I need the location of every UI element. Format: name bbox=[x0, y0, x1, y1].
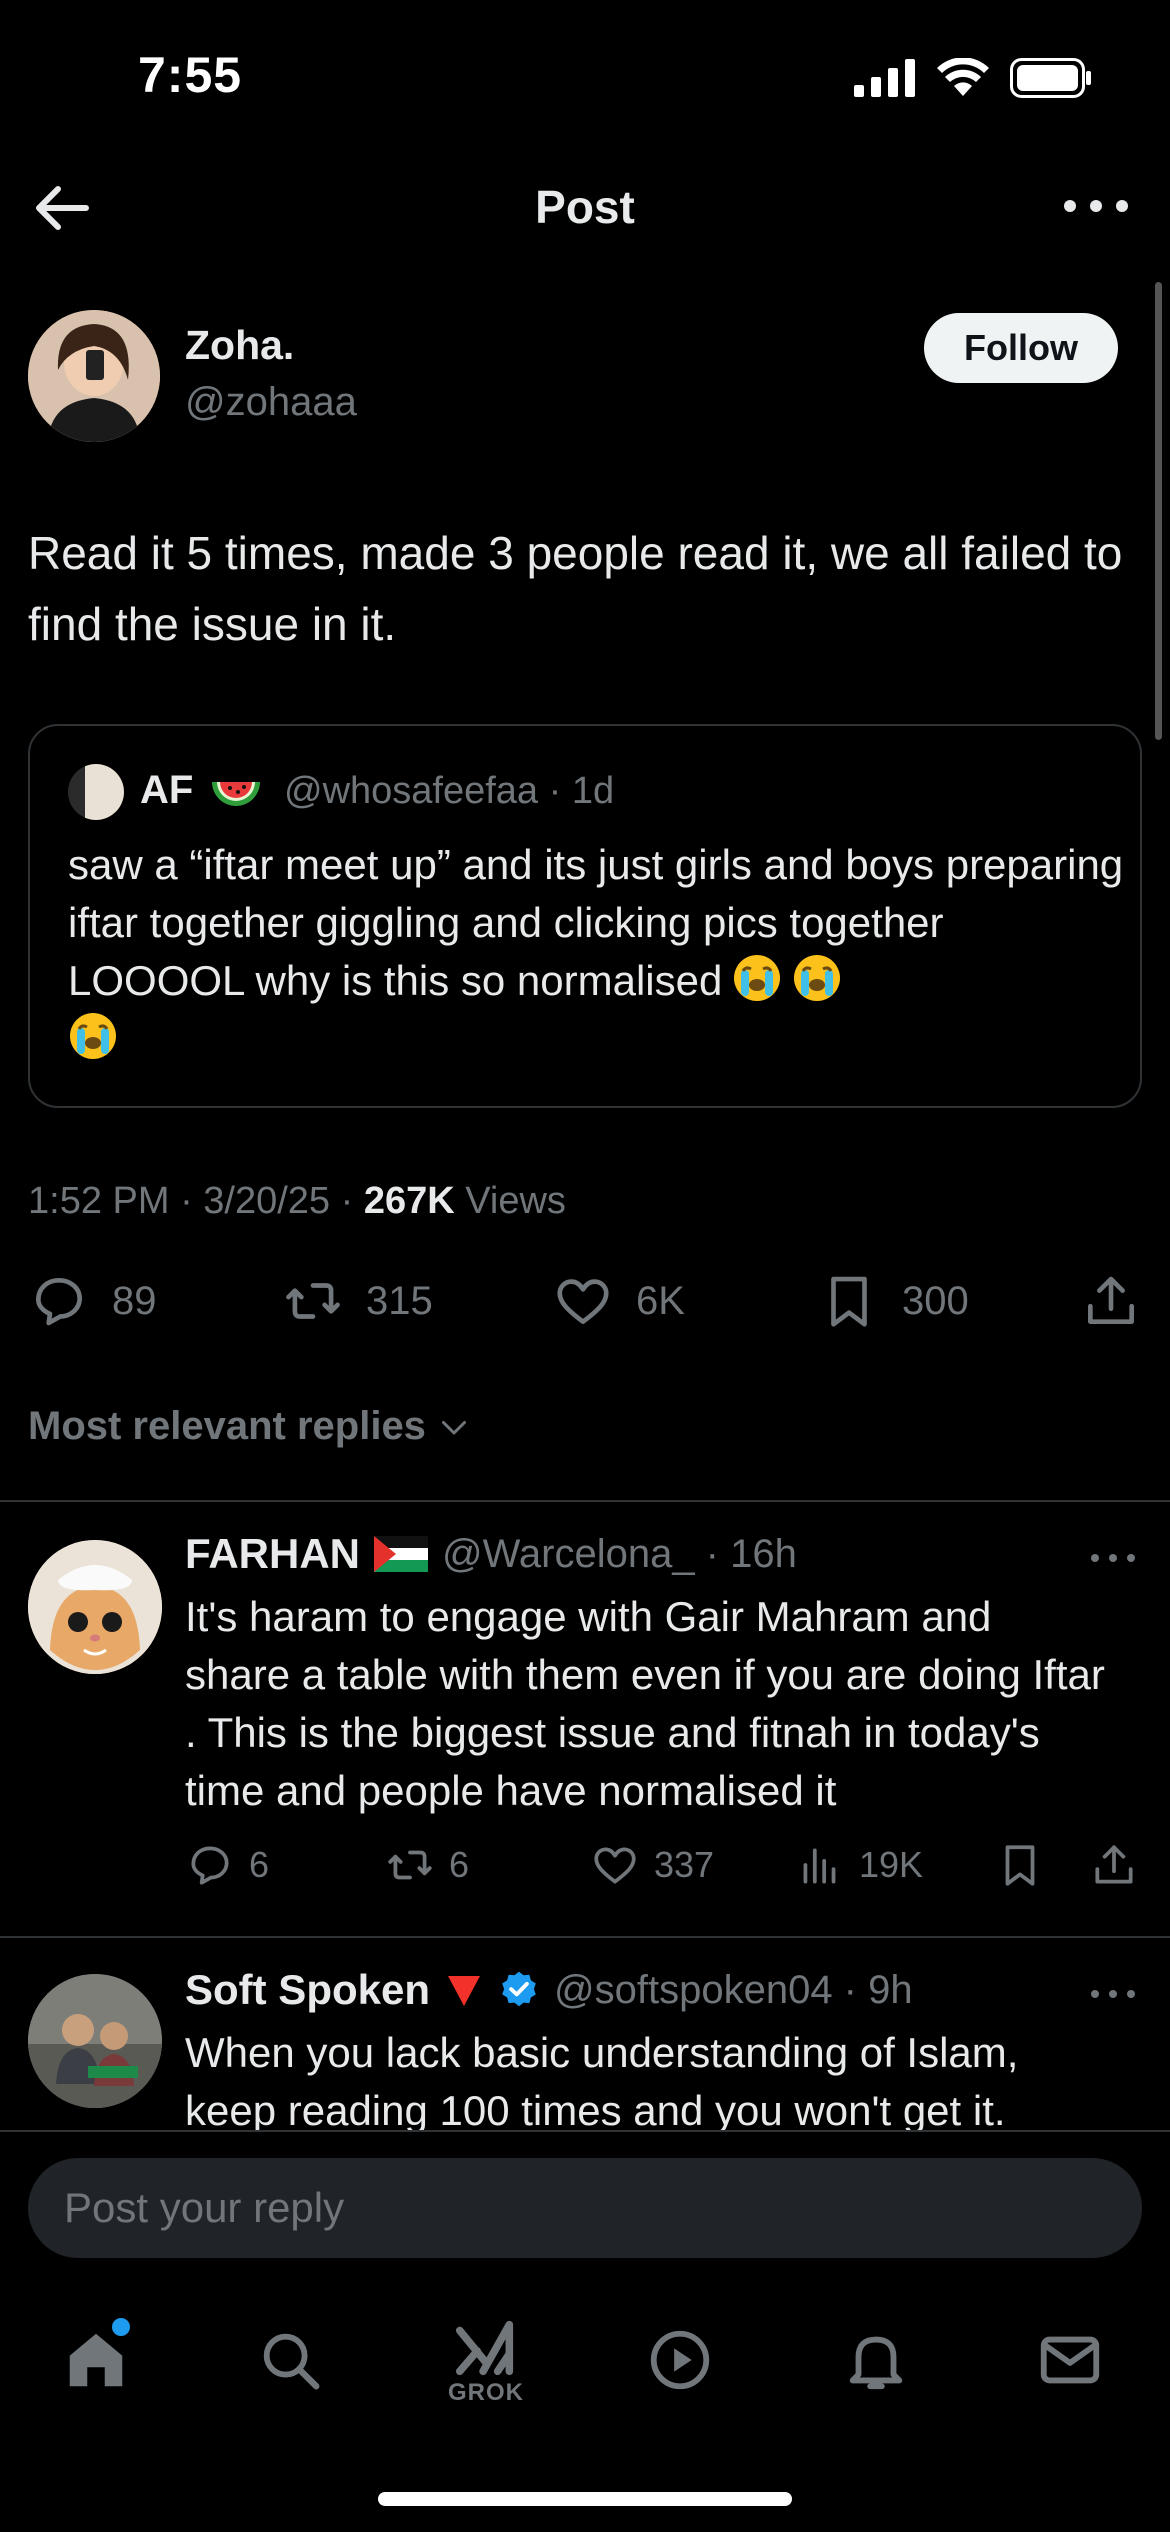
bookmark-count: 300 bbox=[902, 1278, 969, 1323]
divider bbox=[0, 1936, 1170, 1938]
author-name[interactable]: Zoha. bbox=[185, 322, 294, 369]
reply-more-icon[interactable] bbox=[1088, 1548, 1138, 1568]
watermelon-emoji-icon bbox=[212, 782, 260, 806]
author-avatar[interactable] bbox=[28, 310, 160, 442]
status-icons bbox=[854, 58, 1092, 98]
bookmark-action[interactable]: 300 bbox=[818, 1270, 969, 1332]
quoted-text: saw a “iftar meet up” and its just girls… bbox=[68, 836, 1128, 1068]
follow-button[interactable]: Follow bbox=[924, 313, 1118, 383]
reply-author-name: Soft Spoken bbox=[185, 1966, 431, 2013]
more-options-icon[interactable] bbox=[1060, 192, 1132, 220]
reply-composer bbox=[0, 2130, 1170, 2260]
bell-icon bbox=[849, 2336, 903, 2390]
like-count: 337 bbox=[654, 1844, 715, 1885]
share-icon bbox=[1095, 1845, 1133, 1884]
reply-author-name: FARHAN bbox=[185, 1530, 360, 1577]
author-handle[interactable]: @zohaaa bbox=[185, 380, 357, 425]
quoted-post[interactable]: AF @whosafeefaa · 1d saw a “iftar meet u… bbox=[28, 724, 1142, 1108]
tab-notifications[interactable] bbox=[826, 2310, 926, 2410]
repost-icon bbox=[388, 1850, 432, 1880]
reply-avatar[interactable] bbox=[28, 1974, 162, 2108]
crying-face-emoji-icon bbox=[70, 1013, 116, 1059]
reply-text: When you lack basic understanding of Isl… bbox=[185, 2029, 1019, 2130]
tab-messages[interactable] bbox=[1020, 2310, 1120, 2410]
reply-icon bbox=[191, 1846, 229, 1885]
quoted-avatar bbox=[68, 764, 124, 820]
reply-handle-time: @Warcelona_ · 16h bbox=[442, 1531, 797, 1576]
views-label: Views bbox=[454, 1180, 566, 1222]
tab-video[interactable] bbox=[630, 2310, 730, 2410]
home-indicator[interactable] bbox=[378, 2492, 792, 2506]
repost-icon bbox=[286, 1283, 340, 1319]
reply-text: It's haram to engage with Gair Mahram an… bbox=[185, 1593, 1105, 1814]
post-text: Read it 5 times, made 3 people read it, … bbox=[28, 527, 1123, 650]
palestine-flag-icon bbox=[374, 1536, 428, 1572]
replies-sort-label: Most relevant replies bbox=[28, 1404, 426, 1448]
like-count: 6K bbox=[636, 1278, 685, 1323]
reply-handle-time: @softspoken04 · 9h bbox=[554, 1967, 913, 2012]
play-circle-icon bbox=[650, 2330, 710, 2390]
red-triangle-icon bbox=[448, 1976, 481, 2006]
tab-search[interactable] bbox=[240, 2310, 340, 2410]
analytics-bar-icon bbox=[803, 1848, 836, 1884]
reply-avatar[interactable] bbox=[28, 1540, 162, 1674]
reply-action[interactable]: 89 bbox=[28, 1270, 157, 1332]
tab-home[interactable] bbox=[46, 2310, 146, 2410]
repost-count: 315 bbox=[366, 1278, 433, 1323]
battery-icon bbox=[1010, 58, 1091, 98]
quoted-handle-time: @whosafeefaa · 1d bbox=[284, 770, 615, 812]
crying-face-emoji-icon bbox=[794, 955, 841, 1001]
reply-action-row: 6 6 337 19K bbox=[185, 1840, 1135, 1900]
reply-input[interactable] bbox=[28, 2158, 1142, 2258]
wifi-icon bbox=[937, 58, 989, 96]
bookmark-icon bbox=[1005, 1845, 1035, 1886]
reply-author[interactable]: FARHAN @Warcelona_ · 16h bbox=[185, 1530, 797, 1578]
share-action[interactable] bbox=[1089, 1840, 1139, 1890]
envelope-icon bbox=[1040, 2336, 1100, 2384]
reply-icon bbox=[36, 1278, 82, 1326]
reply-count: 89 bbox=[112, 1278, 157, 1323]
views-count[interactable]: 267K bbox=[364, 1180, 455, 1222]
share-icon bbox=[1088, 1276, 1134, 1324]
reply-more-icon[interactable] bbox=[1088, 1984, 1138, 2004]
share-action[interactable] bbox=[1080, 1270, 1142, 1332]
page-title: Post bbox=[535, 181, 635, 233]
like-action[interactable]: 337 bbox=[590, 1840, 714, 1890]
post-timestamp: 1:52 PM · 3/20/25 · bbox=[28, 1180, 364, 1222]
tab-grok[interactable]: GROK bbox=[436, 2310, 536, 2410]
verified-badge-icon bbox=[502, 1971, 536, 2007]
grok-icon bbox=[455, 2320, 514, 2376]
nav-bar: Post bbox=[0, 150, 1170, 270]
quoted-author-name: AF bbox=[140, 768, 194, 812]
crying-face-emoji-icon bbox=[734, 955, 781, 1001]
post-actions: 89 315 6K 300 bbox=[0, 1270, 1170, 1340]
reply-author[interactable]: Soft Spoken @softspoken04 · 9h bbox=[185, 1966, 913, 2014]
repost-count: 6 bbox=[449, 1844, 470, 1885]
bookmark-icon bbox=[831, 1276, 867, 1327]
search-icon bbox=[263, 2333, 320, 2390]
grok-label: GROK bbox=[448, 2379, 524, 2406]
replies-sort-dropdown[interactable]: Most relevant replies bbox=[28, 1404, 472, 1449]
quoted-text-body: saw a “iftar meet up” and its just girls… bbox=[68, 841, 1124, 1004]
heart-icon bbox=[557, 1279, 609, 1324]
repost-action[interactable]: 315 bbox=[282, 1270, 433, 1332]
cellular-signal-icon bbox=[854, 59, 915, 97]
status-bar: 7:55 bbox=[0, 0, 1170, 150]
notification-dot bbox=[112, 2318, 130, 2336]
divider bbox=[0, 1500, 1170, 1502]
heart-icon bbox=[594, 1847, 636, 1884]
views-action[interactable]: 19K bbox=[795, 1840, 923, 1890]
post-meta: 1:52 PM · 3/20/25 · 267K Views bbox=[28, 1180, 566, 1223]
reply-action[interactable]: 6 bbox=[185, 1840, 269, 1890]
like-action[interactable]: 6K bbox=[552, 1270, 685, 1332]
status-time: 7:55 bbox=[138, 47, 243, 103]
repost-action[interactable]: 6 bbox=[385, 1840, 469, 1890]
views-count: 19K bbox=[859, 1844, 924, 1885]
bookmark-action[interactable] bbox=[995, 1840, 1045, 1890]
chevron-down-icon bbox=[441, 1420, 466, 1434]
reply-count: 6 bbox=[249, 1844, 270, 1885]
scrollbar[interactable] bbox=[1155, 282, 1162, 740]
